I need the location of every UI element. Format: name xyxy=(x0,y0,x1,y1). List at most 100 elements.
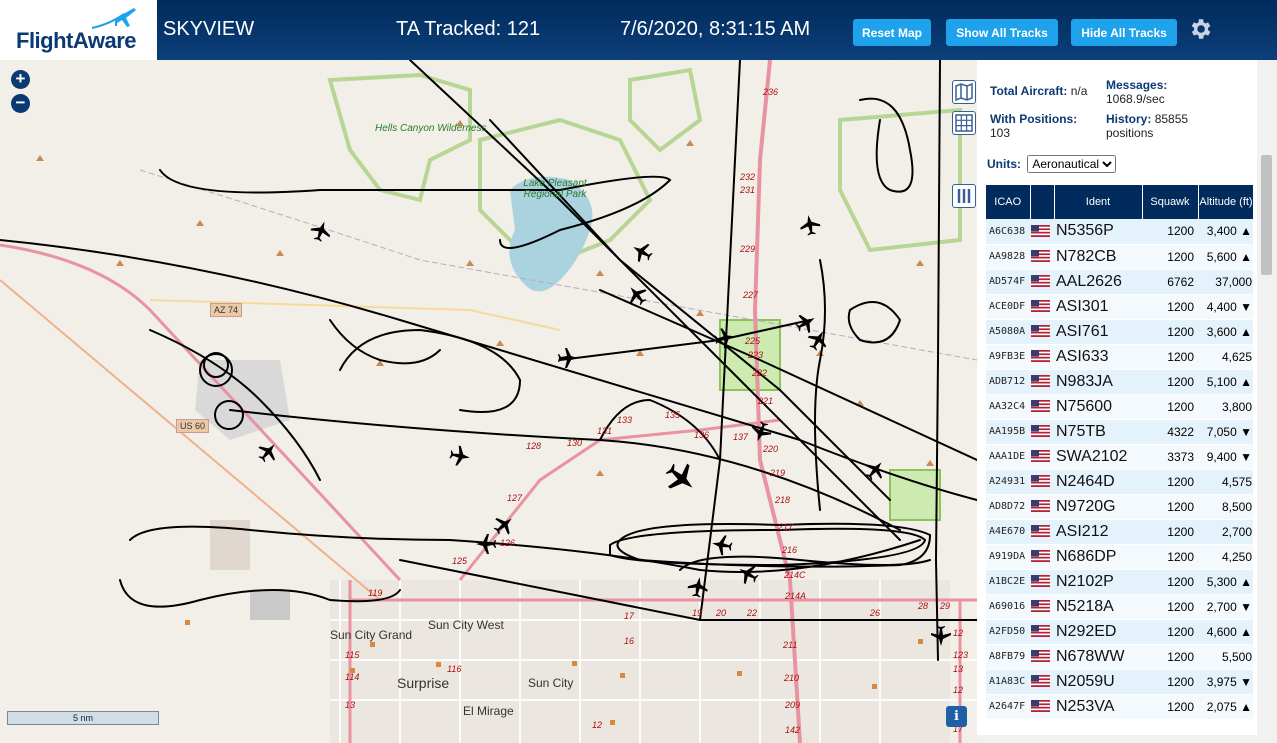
table-row[interactable]: AA9828 N782CB 1200 5,600 ▲ xyxy=(986,244,1253,270)
table-row[interactable]: ACE0DF ASI301 1200 4,400 ▼ xyxy=(986,294,1253,320)
info-button[interactable]: i xyxy=(946,706,967,727)
mile-marker: 123 xyxy=(953,650,969,660)
mile-marker: 19 xyxy=(692,608,703,618)
col-altitude[interactable]: Altitude (ft) xyxy=(1198,185,1253,219)
row-ident: ASI633 xyxy=(1054,344,1142,370)
row-icao: A24931 xyxy=(986,469,1030,495)
row-icao: A2FD50 xyxy=(986,619,1030,645)
map-view[interactable]: Hells Canyon Wilderness Lake Pleasant Re… xyxy=(0,60,977,743)
flag-cell xyxy=(1030,594,1054,620)
us60-shield: US 60 xyxy=(176,419,210,433)
row-icao: A2647F xyxy=(986,694,1030,720)
mile-marker: 26 xyxy=(870,608,881,618)
col-ident[interactable]: Ident xyxy=(1054,185,1143,219)
row-icao: A4E670 xyxy=(986,519,1030,545)
table-row[interactable]: A24931 N2464D 1200 4,575 xyxy=(986,469,1253,495)
table-row[interactable]: A9FB3E ASI633 1200 4,625 xyxy=(986,344,1253,370)
mile-marker: 29 xyxy=(940,601,951,611)
mile-marker: 125 xyxy=(452,556,468,566)
us-flag-icon xyxy=(1031,700,1050,713)
mile-marker: 231 xyxy=(740,185,756,195)
mile-marker: 13 xyxy=(345,700,356,710)
table-row[interactable]: A919DA N686DP 1200 4,250 xyxy=(986,544,1253,570)
row-altitude: 8,500 xyxy=(1198,494,1253,520)
scrollbar-thumb[interactable] xyxy=(1261,155,1272,275)
grid-toggle-button[interactable] xyxy=(952,111,976,135)
zoom-in-button[interactable]: + xyxy=(11,70,30,89)
aircraft-table: ICAO Ident Squawk Altitude (ft) A6C638 N5… xyxy=(986,185,1253,743)
row-icao: AA9828 xyxy=(986,244,1030,270)
flightaware-logo[interactable]: FlightAware xyxy=(0,0,157,60)
columns-toggle-button[interactable] xyxy=(952,184,976,208)
mile-marker: 229 xyxy=(740,244,756,254)
show-all-tracks-button[interactable]: Show All Tracks xyxy=(946,19,1058,46)
ta-tracked-count: TA Tracked: 121 xyxy=(396,18,541,40)
col-flag[interactable] xyxy=(1030,185,1055,219)
us-flag-icon xyxy=(1031,500,1050,513)
table-row[interactable]: A6C638 N5356P 1200 3,400 ▲ xyxy=(986,219,1253,245)
messages-stat: Messages: 1068.9/sec xyxy=(1106,78,1226,106)
table-row[interactable]: A1A83C N2059U 1200 3,975 ▼ xyxy=(986,669,1253,695)
map-layer-button[interactable] xyxy=(952,80,976,104)
mile-marker: 116 xyxy=(447,664,462,674)
table-row[interactable]: A5080A ASI761 1200 3,600 ▲ xyxy=(986,319,1253,345)
mile-marker: 12 xyxy=(953,628,964,638)
row-altitude: 37,000 xyxy=(1198,269,1253,295)
gear-icon[interactable] xyxy=(1187,16,1213,42)
mile-marker: 13 xyxy=(953,664,964,674)
table-row[interactable]: AA32C4 N75600 1200 3,800 xyxy=(986,394,1253,420)
mile-marker: 211 xyxy=(783,640,798,650)
mile-marker: 28 xyxy=(918,601,929,611)
col-icao[interactable]: ICAO xyxy=(986,185,1031,219)
us-flag-icon xyxy=(1031,300,1050,313)
us-flag-icon xyxy=(1031,625,1050,638)
table-row[interactable]: A8FB79 N678WW 1200 5,500 xyxy=(986,644,1253,670)
mile-marker: 209 xyxy=(785,700,801,710)
flag-cell xyxy=(1030,619,1054,645)
table-row[interactable]: A69016 N5218A 1200 2,700 ▼ xyxy=(986,594,1253,620)
hide-all-tracks-button[interactable]: Hide All Tracks xyxy=(1071,19,1177,46)
sidebar-vertical-scrollbar[interactable] xyxy=(1257,60,1277,743)
reset-map-button[interactable]: Reset Map xyxy=(853,19,931,46)
flag-cell xyxy=(1030,244,1054,270)
table-row[interactable]: AAA1DE SWA2102 3373 9,400 ▼ xyxy=(986,444,1253,470)
table-row[interactable]: AA195B N75TB 4322 7,050 ▼ xyxy=(986,419,1253,445)
row-squawk: 3373 xyxy=(1142,444,1198,470)
row-squawk: 1200 xyxy=(1142,619,1198,645)
map-canvas[interactable] xyxy=(0,60,977,743)
flag-cell xyxy=(1030,644,1054,670)
mile-marker: 221 xyxy=(758,396,774,406)
map-icon xyxy=(955,82,973,102)
row-altitude: 3,975 ▼ xyxy=(1198,669,1253,695)
row-squawk: 1200 xyxy=(1142,244,1198,270)
us-flag-icon xyxy=(1031,225,1050,238)
history-label: History: xyxy=(1106,112,1152,126)
row-squawk: 1200 xyxy=(1142,544,1198,570)
mile-marker: 137 xyxy=(733,432,749,442)
place-el-mirage: El Mirage xyxy=(463,704,514,718)
row-altitude: 5,100 ▲ xyxy=(1198,369,1253,395)
table-row[interactable]: A1BC2E N2102P 1200 5,300 ▲ xyxy=(986,569,1253,595)
table-row[interactable]: AD8D72 N9720G 1200 8,500 xyxy=(986,494,1253,520)
mile-marker: 227 xyxy=(743,290,759,300)
az74-shield: AZ 74 xyxy=(210,303,243,317)
row-altitude: 3,600 ▲ xyxy=(1198,319,1253,345)
table-row[interactable]: A2FD50 N292ED 1200 4,600 ▲ xyxy=(986,619,1253,645)
table-row[interactable]: ADB712 N983JA 1200 5,100 ▲ xyxy=(986,369,1253,395)
sidebar-horizontal-scrollbar[interactable] xyxy=(977,735,1257,743)
zoom-out-button[interactable]: − xyxy=(11,94,30,113)
row-squawk: 1200 xyxy=(1142,569,1198,595)
row-icao: ACE0DF xyxy=(986,294,1030,320)
us-flag-icon xyxy=(1031,275,1050,288)
place-sun-city-west: Sun City West xyxy=(428,618,504,632)
row-altitude: 2,700 xyxy=(1198,519,1253,545)
mile-marker: 214C xyxy=(784,570,806,580)
row-icao: AA32C4 xyxy=(986,394,1030,420)
table-row[interactable]: A4E670 ASI212 1200 2,700 xyxy=(986,519,1253,545)
table-row[interactable]: AD574F AAL2626 6762 37,000 xyxy=(986,269,1253,295)
col-squawk[interactable]: Squawk xyxy=(1142,185,1199,219)
mile-marker: 135 xyxy=(665,410,681,420)
row-icao: AAA1DE xyxy=(986,444,1030,470)
units-select[interactable]: Aeronautical xyxy=(1027,155,1117,173)
table-row[interactable]: A2647F N253VA 1200 2,075 ▲ xyxy=(986,694,1253,720)
